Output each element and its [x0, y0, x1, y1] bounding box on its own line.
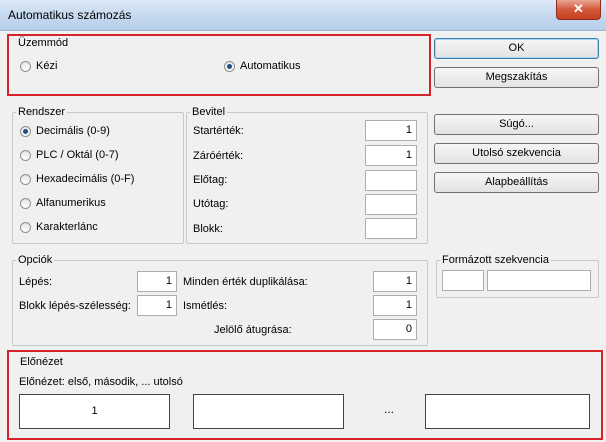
last-sequence-button[interactable]: Utolsó szekvencia	[434, 143, 599, 164]
cancel-button[interactable]: Megszakítás	[434, 67, 599, 88]
system-label-alphanumeric: Alfanumerikus	[36, 197, 106, 209]
end-value-label: Záróérték:	[193, 150, 244, 162]
skip-marker-label: Jelölő átugrása:	[214, 324, 292, 336]
preview-group-label: Előnézet	[18, 356, 65, 368]
preview-box-first: 1	[19, 394, 170, 429]
block-label: Blokk:	[193, 223, 223, 235]
repeat-label: Ismétlés:	[183, 300, 228, 312]
system-radio-plc-octal[interactable]	[20, 150, 31, 161]
formatted-sequence-field-2[interactable]	[487, 270, 591, 291]
ok-button[interactable]: OK	[434, 38, 599, 59]
window-title: Automatikus számozás	[8, 8, 132, 22]
system-radio-string[interactable]	[20, 222, 31, 233]
preview-caption: Előnézet: első, második, ... utolsó	[19, 376, 183, 388]
system-radio-alphanumeric[interactable]	[20, 198, 31, 209]
system-label-plc-octal: PLC / Oktál (0-7)	[36, 149, 119, 161]
preview-box-last	[425, 394, 590, 429]
mode-label-automatikus: Automatikus	[240, 60, 301, 72]
mode-radio-automatikus[interactable]	[224, 61, 235, 72]
suffix-label: Utótag:	[193, 198, 229, 210]
input-group-label: Bevitel	[190, 106, 228, 118]
suffix-field[interactable]	[365, 194, 417, 215]
prefix-field[interactable]	[365, 170, 417, 191]
system-radio-hex[interactable]	[20, 174, 31, 185]
preview-ellipsis: ...	[384, 402, 395, 416]
step-label: Lépés:	[19, 276, 53, 288]
prefix-label: Előtag:	[193, 174, 228, 186]
block-field[interactable]	[365, 218, 417, 239]
mode-group-label: Üzemmód	[16, 37, 71, 49]
mode-radio-kezi[interactable]	[20, 61, 31, 72]
formatted-sequence-field-1[interactable]	[442, 270, 484, 291]
step-field[interactable]: 1	[137, 271, 177, 292]
help-button[interactable]: Súgó...	[434, 114, 599, 135]
skip-marker-field[interactable]: 0	[373, 319, 417, 340]
system-radio-decimal[interactable]	[20, 126, 31, 137]
mode-label-kezi: Kézi	[36, 60, 58, 72]
system-label-decimal: Decimális (0-9)	[36, 125, 110, 137]
block-step-width-label: Blokk lépés-szélesség:	[19, 300, 131, 312]
block-step-width-field[interactable]: 1	[137, 295, 177, 316]
system-label-hex: Hexadecimális (0-F)	[36, 173, 135, 185]
options-group-label: Opciók	[16, 254, 55, 266]
repeat-field[interactable]: 1	[373, 295, 417, 316]
formatted-sequence-label: Formázott szekvencia	[440, 254, 551, 266]
mode-group	[13, 42, 424, 88]
start-value-field[interactable]: 1	[365, 120, 417, 141]
end-value-field[interactable]: 1	[365, 145, 417, 166]
defaults-button[interactable]: Alapbeállítás	[434, 172, 599, 193]
system-label-string: Karakterlánc	[36, 221, 98, 233]
system-group-label: Rendszer	[16, 106, 68, 118]
close-button[interactable]: ✕	[556, 0, 601, 20]
start-value-label: Startérték:	[193, 125, 244, 137]
duplicate-all-field[interactable]: 1	[373, 271, 417, 292]
duplicate-all-label: Minden érték duplikálása:	[183, 276, 308, 288]
preview-box-second	[193, 394, 344, 429]
